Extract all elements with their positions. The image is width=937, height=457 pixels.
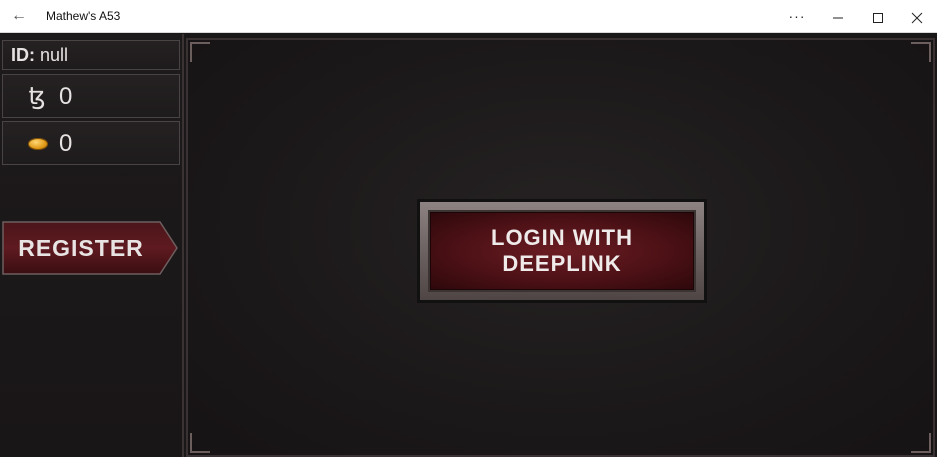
register-button[interactable]: REGISTER [2,221,178,275]
minimize-icon [833,17,843,19]
close-button[interactable] [895,0,937,33]
user-id-box: ID: null [2,40,180,70]
corner-ornament [911,433,931,453]
login-deeplink-frame: LOGIN WITH DEEPLINK [417,199,707,303]
close-icon [911,12,923,23]
maximize-icon [873,12,883,23]
coin-icon [28,138,48,150]
window-title: Mathew's A53 [46,9,121,23]
tez-balance-box: ꜩ 0 [2,74,180,118]
register-label: REGISTER [18,235,144,261]
coin-balance-box: 0 [2,121,180,165]
maximize-button[interactable] [856,0,900,33]
corner-ornament [190,433,210,453]
id-value: null [40,45,69,65]
coin-balance-value: 0 [59,130,73,157]
sidebar: ID: null ꜩ 0 0 REGISTER [0,34,184,457]
corner-ornament [911,42,931,62]
login-label-line2: DEEPLINK [502,251,622,276]
id-label: ID: [11,45,35,65]
corner-ornament [190,42,210,62]
tezos-icon: ꜩ [28,83,46,110]
minimize-button[interactable] [816,0,860,33]
tez-balance-value: 0 [59,83,73,110]
main-panel: LOGIN WITH DEEPLINK [186,38,935,457]
back-arrow-icon[interactable]: ← [8,5,30,27]
login-with-deeplink-button[interactable]: LOGIN WITH DEEPLINK [430,212,694,290]
title-bar: ← Mathew's A53 ··· [0,0,937,33]
login-label-line1: LOGIN WITH [491,225,633,250]
more-options-button[interactable]: ··· [775,0,819,33]
